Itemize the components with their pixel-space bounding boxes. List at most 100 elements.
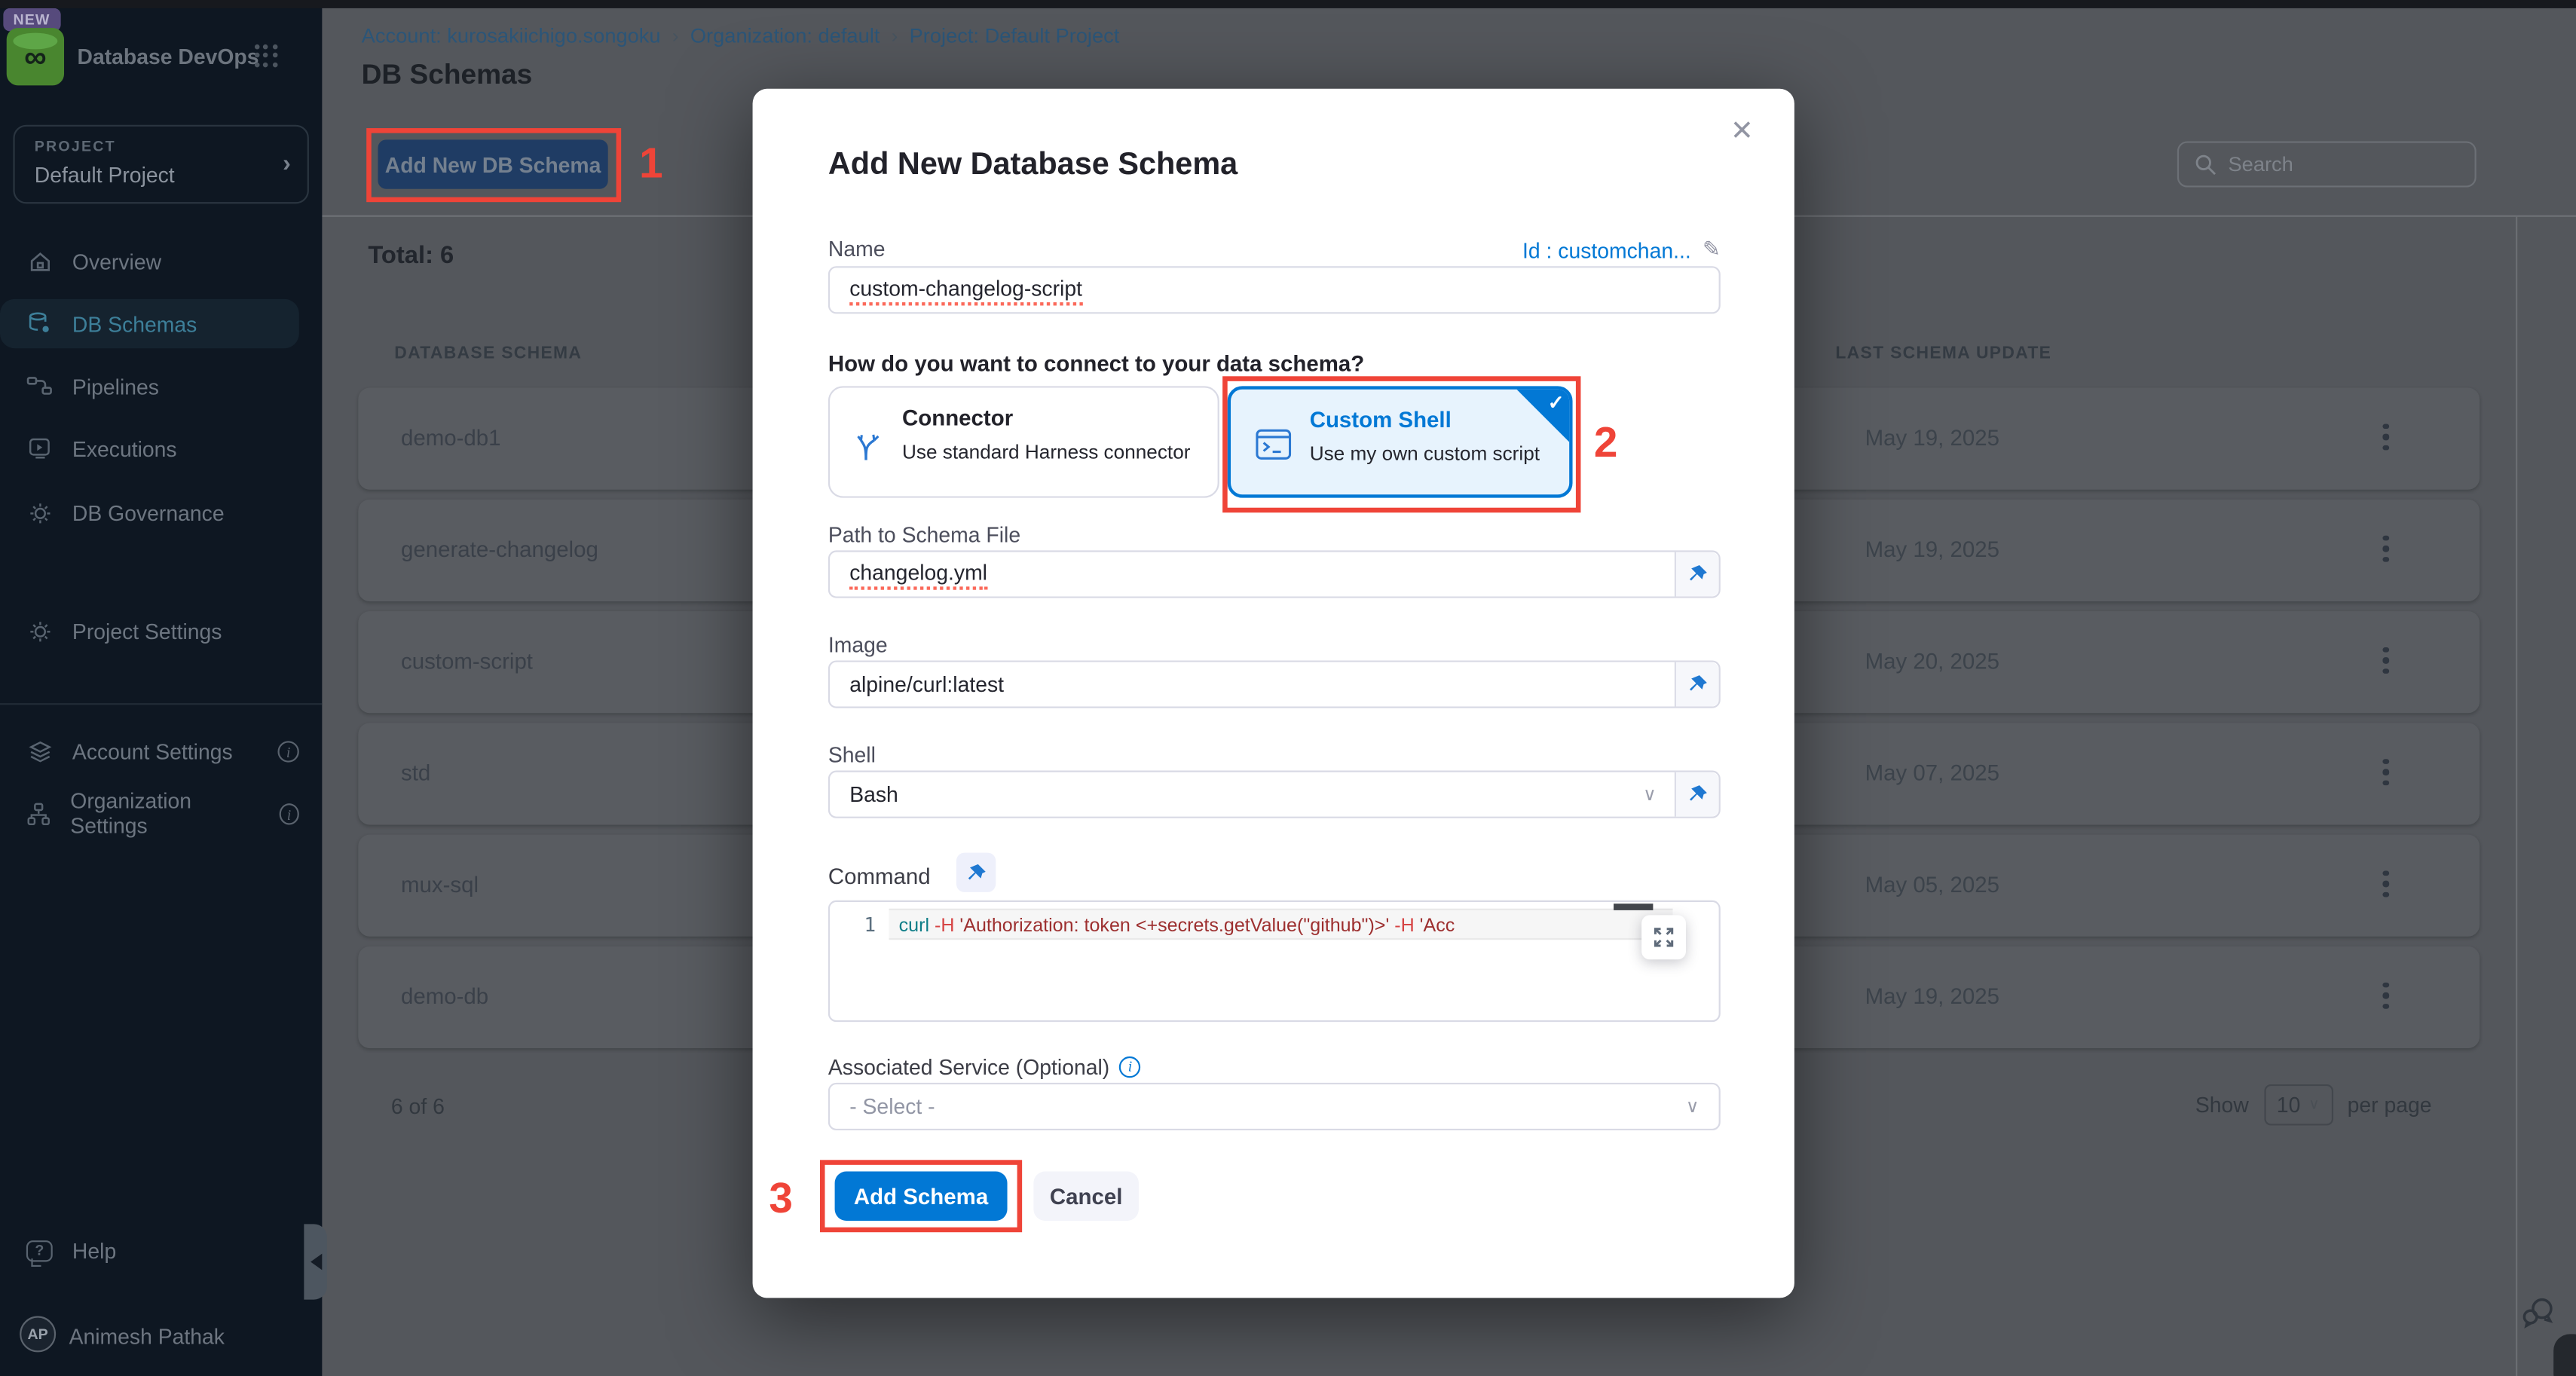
sidebar-item-overview[interactable]: Overview xyxy=(0,237,322,286)
code-token: -H xyxy=(1389,917,1419,937)
code-token: 'Authorization: token <+secrets.getValue… xyxy=(959,917,1389,937)
associated-service-label: Associated Service (Optional) xyxy=(828,1055,1109,1080)
page-title: DB Schemas xyxy=(362,59,533,92)
column-header-last-schema-update: LAST SCHEMA UPDATE xyxy=(1835,344,2051,363)
row-menu-icon[interactable] xyxy=(2375,983,2398,1012)
pagination-count: 6 of 6 xyxy=(391,1094,445,1119)
sidebar-item-label: Account Settings xyxy=(72,738,233,763)
sidebar-item-label: Pipelines xyxy=(72,374,159,399)
modal-title: Add New Database Schema xyxy=(828,148,1238,184)
schema-name: generate-changelog xyxy=(401,537,598,562)
path-input[interactable]: changelog.yml xyxy=(828,550,1721,598)
schema-updated: May 19, 2025 xyxy=(1865,537,1999,562)
project-name: Default Project xyxy=(35,163,175,188)
schema-updated: May 20, 2025 xyxy=(1865,649,1999,674)
sidebar-item-label: Help xyxy=(72,1238,116,1263)
schema-updated: May 19, 2025 xyxy=(1865,984,1999,1009)
row-menu-icon[interactable] xyxy=(2375,536,2398,565)
annotation-box-step1 xyxy=(366,128,621,202)
pipelines-icon xyxy=(25,373,54,399)
sidebar-item-pipelines[interactable]: Pipelines xyxy=(0,362,322,411)
option-title: Connector xyxy=(902,406,1013,431)
expand-fullscreen-icon[interactable] xyxy=(1641,915,1686,959)
row-menu-icon[interactable] xyxy=(2375,647,2398,677)
annotation-box-step2 xyxy=(1222,376,1580,512)
sidebar: NEW ∞ Database DevOps PROJECT Default Pr… xyxy=(0,0,322,1376)
image-value: alpine/curl:latest xyxy=(849,672,1004,697)
page-size-select[interactable]: 10 ∨ xyxy=(2263,1084,2333,1126)
sidebar-item-help[interactable]: ? Help xyxy=(0,1226,322,1275)
schema-updated: May 07, 2025 xyxy=(1865,760,1999,785)
entity-id[interactable]: Id : customchan... xyxy=(1522,237,1691,262)
show-label: Show xyxy=(2195,1093,2249,1118)
chevron-down-icon: ∨ xyxy=(2308,1096,2319,1114)
module-grid-icon[interactable] xyxy=(255,44,278,68)
sidebar-item-db-governance[interactable]: DB Governance xyxy=(0,488,322,537)
sidebar-divider xyxy=(0,703,322,705)
option-card-connector[interactable]: Connector Use standard Harness connector xyxy=(828,386,1219,497)
chat-widget-corner[interactable] xyxy=(2553,1334,2576,1376)
per-page-label: per page xyxy=(2348,1093,2432,1118)
sidebar-item-executions[interactable]: Executions xyxy=(0,424,322,473)
image-input[interactable]: alpine/curl:latest xyxy=(828,660,1721,708)
name-input[interactable]: custom-changelog-script xyxy=(828,266,1721,313)
sidebar-item-organization-settings[interactable]: Organization Settings i xyxy=(0,789,322,838)
pin-icon[interactable] xyxy=(1675,552,1719,597)
associated-service-value: - Select - xyxy=(849,1094,935,1119)
path-label: Path to Schema File xyxy=(828,522,1020,547)
schema-updated: May 05, 2025 xyxy=(1865,873,1999,897)
shell-select[interactable]: Bash ∨ xyxy=(828,771,1721,818)
project-selector[interactable]: PROJECT Default Project › xyxy=(13,125,308,204)
sidebar-item-db-schemas[interactable]: DB Schemas xyxy=(0,299,299,348)
total-count: Total: 6 xyxy=(368,242,454,270)
pin-icon[interactable] xyxy=(956,853,996,892)
shell-value: Bash xyxy=(849,782,898,807)
cancel-button[interactable]: Cancel xyxy=(1033,1172,1139,1221)
avatar[interactable]: AP xyxy=(20,1316,56,1352)
close-icon[interactable]: ✕ xyxy=(1730,115,1754,148)
breadcrumb: Account: kurosakiichigo.songoku › Organi… xyxy=(362,25,1120,48)
sidebar-item-account-settings[interactable]: Account Settings i xyxy=(0,726,322,775)
row-menu-icon[interactable] xyxy=(2375,424,2398,454)
row-menu-icon[interactable] xyxy=(2375,759,2398,788)
image-label: Image xyxy=(828,632,888,657)
governance-gear-icon xyxy=(25,500,54,526)
chevron-right-icon: › xyxy=(672,25,679,48)
app-title: Database DevOps xyxy=(77,44,259,69)
user-name: Animesh Pathak xyxy=(69,1324,225,1349)
search-placeholder: Search xyxy=(2228,153,2293,176)
breadcrumb-project[interactable]: Project: Default Project xyxy=(910,25,1120,48)
chevron-right-icon: › xyxy=(283,149,291,177)
chat-bubbles-icon[interactable] xyxy=(2521,1295,2557,1331)
command-code-editor[interactable]: 1 curl -H 'Authorization: token <+secret… xyxy=(828,901,1721,1022)
sidebar-item-label: DB Governance xyxy=(72,500,225,525)
harness-dbops-logo[interactable]: ∞ xyxy=(7,28,64,85)
option-subtitle: Use standard Harness connector xyxy=(902,440,1191,463)
breadcrumb-account[interactable]: Account: kurosakiichigo.songoku xyxy=(362,25,661,48)
info-icon[interactable]: i xyxy=(1119,1056,1140,1078)
sidebar-item-label: Organization Settings xyxy=(70,789,261,838)
associated-service-select[interactable]: - Select - ∨ xyxy=(828,1083,1721,1130)
sidebar-item-project-settings[interactable]: Project Settings xyxy=(0,607,322,656)
logo-infinity-icon: ∞ xyxy=(7,41,64,78)
home-icon xyxy=(25,248,54,274)
sidebar-collapse-handle[interactable] xyxy=(304,1224,327,1299)
layers-icon xyxy=(25,738,54,764)
command-label: Command xyxy=(828,864,931,889)
code-token: 'Acc xyxy=(1420,917,1455,937)
chevron-down-icon: ∨ xyxy=(1643,784,1657,805)
schema-name: custom-script xyxy=(401,649,533,674)
search-input[interactable]: Search xyxy=(2177,142,2477,188)
breadcrumb-organization[interactable]: Organization: default xyxy=(690,25,880,48)
sidebar-item-label: Project Settings xyxy=(72,619,222,644)
editor-scrollbar-thumb[interactable] xyxy=(1614,904,1653,910)
window-top-edge xyxy=(0,0,2576,8)
settings-gear-icon xyxy=(25,618,54,644)
pin-icon[interactable] xyxy=(1675,662,1719,707)
pin-icon[interactable] xyxy=(1675,772,1719,817)
row-menu-icon[interactable] xyxy=(2375,871,2398,901)
pagination-controls: Show 10 ∨ per page xyxy=(2195,1084,2432,1126)
edit-pencil-icon[interactable]: ✎ xyxy=(1703,237,1721,263)
annotation-number-3: 3 xyxy=(769,1173,793,1225)
line-number: 1 xyxy=(830,913,876,937)
